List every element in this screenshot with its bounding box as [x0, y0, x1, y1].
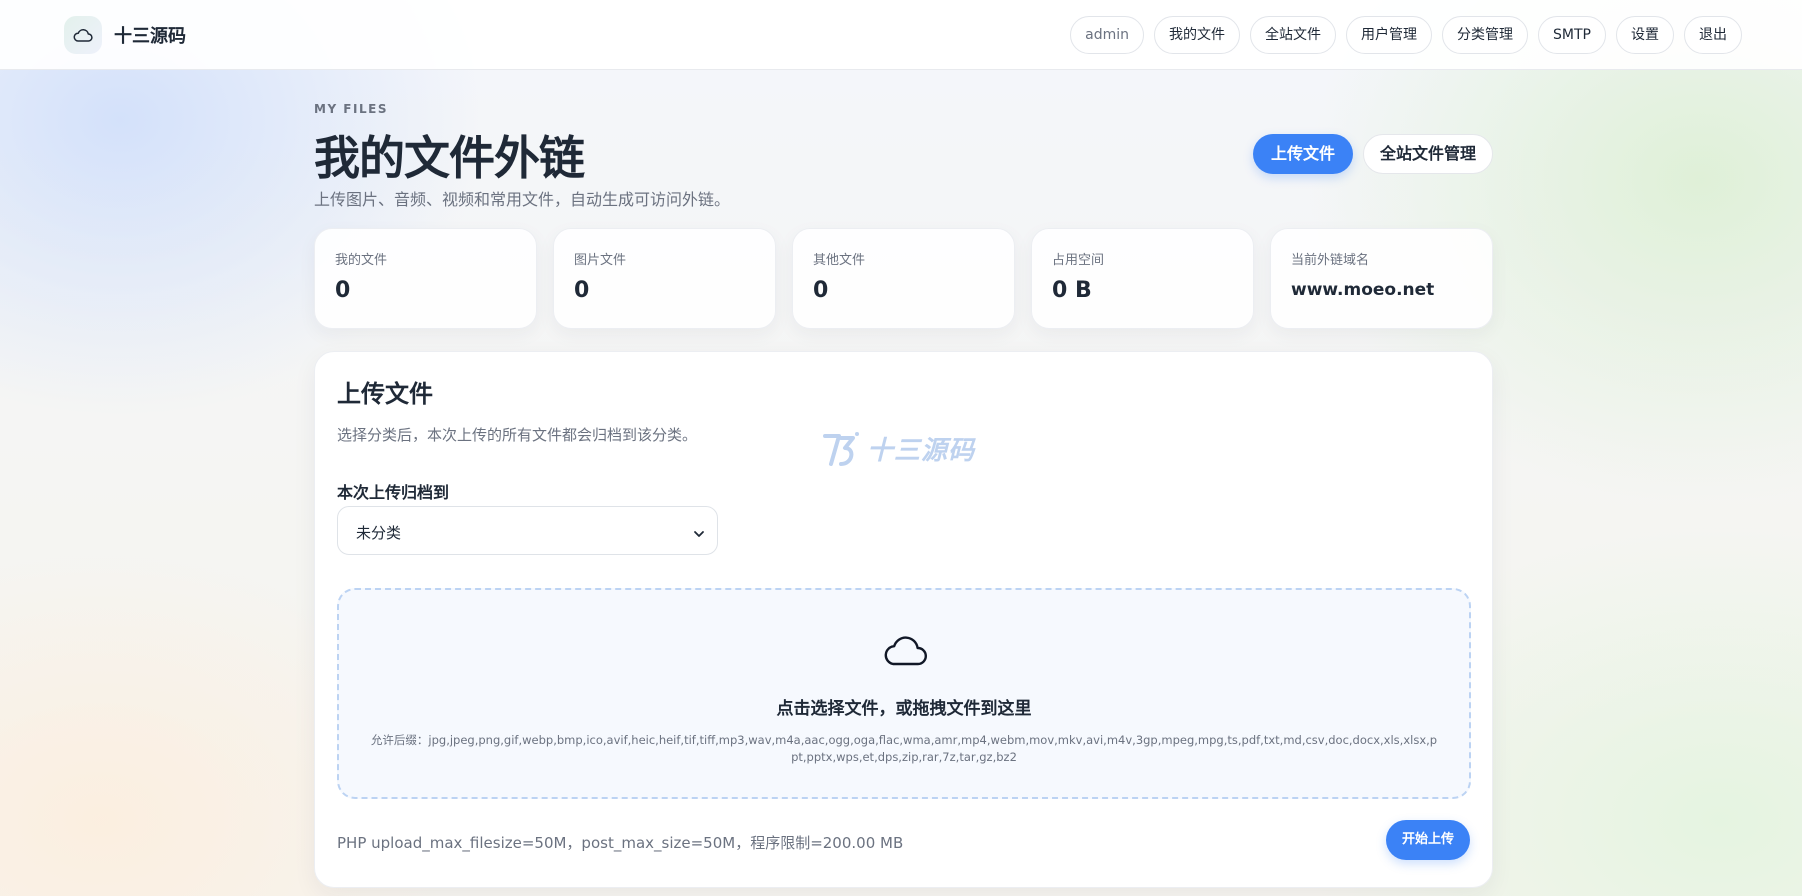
nav-my-files[interactable]: 我的文件 [1154, 16, 1241, 54]
cloud-icon [882, 634, 928, 670]
stat-card-link-domain: 当前外链域名 www.moeo.net [1270, 228, 1493, 329]
top-bar: 十三源码 admin 我的文件 全站文件 用户管理 分类管理 SMTP 设置 退… [0, 0, 1802, 70]
category-label: 本次上传归档到 [337, 483, 450, 502]
upload-panel: 上传文件 选择分类后，本次上传的所有文件都会归档到该分类。 十三源码 本次上传归… [314, 351, 1493, 888]
stat-value: 0 [574, 278, 590, 303]
stat-value: 0 B [1052, 278, 1092, 303]
stat-card-other-files: 其他文件 0 [792, 228, 1015, 329]
category-select-value: 未分类 [356, 524, 402, 542]
page-eyebrow: MY FILES [314, 102, 388, 116]
stat-label: 我的文件 [335, 253, 388, 268]
stat-label: 占用空间 [1052, 253, 1105, 268]
site-files-manage-button[interactable]: 全站文件管理 [1362, 134, 1493, 174]
chevron-down-icon [693, 525, 705, 544]
top-nav: admin 我的文件 全站文件 用户管理 分类管理 SMTP 设置 退出 [1060, 16, 1742, 54]
stat-card-my-files: 我的文件 0 [314, 228, 537, 329]
nav-user[interactable]: admin [1070, 16, 1145, 54]
stat-value: www.moeo.net [1291, 280, 1435, 300]
brand-name: 十三源码 [114, 26, 186, 47]
page-subtitle: 上传图片、音频、视频和常用文件，自动生成可访问外链。 [314, 190, 731, 209]
stat-card-image-files: 图片文件 0 [553, 228, 776, 329]
cloud-icon [64, 16, 102, 54]
stat-label: 其他文件 [813, 253, 866, 268]
nav-users[interactable]: 用户管理 [1346, 16, 1433, 54]
allowed-extensions: 允许后缀：jpg,jpeg,png,gif,webp,bmp,ico,avif,… [370, 733, 1438, 764]
watermark-mark-icon [823, 432, 859, 466]
nav-settings[interactable]: 设置 [1616, 16, 1674, 54]
upload-panel-description: 选择分类后，本次上传的所有文件都会归档到该分类。 [337, 426, 698, 444]
upload-limits: PHP upload_max_filesize=50M，post_max_siz… [337, 834, 904, 852]
watermark-logo: 十三源码 [819, 426, 975, 470]
upload-panel-title: 上传文件 [337, 380, 433, 408]
file-dropzone[interactable]: 点击选择文件，或拖拽文件到这里 允许后缀：jpg,jpeg,png,gif,we… [337, 588, 1471, 799]
stat-value: 0 [335, 278, 351, 303]
stat-value: 0 [813, 278, 829, 303]
nav-categories[interactable]: 分类管理 [1442, 16, 1529, 54]
start-upload-button[interactable]: 开始上传 [1385, 820, 1470, 860]
stat-card-storage-used: 占用空间 0 B [1031, 228, 1254, 329]
stat-label: 当前外链域名 [1291, 253, 1370, 268]
page-title: 我的文件外链 [314, 131, 585, 185]
watermark-text: 十三源码 [867, 435, 976, 466]
dropzone-title: 点击选择文件，或拖拽文件到这里 [776, 699, 1032, 719]
nav-smtp[interactable]: SMTP [1538, 16, 1606, 54]
nav-all-files[interactable]: 全站文件 [1250, 16, 1337, 54]
nav-logout[interactable]: 退出 [1684, 16, 1742, 54]
header-actions: 上传文件 全站文件管理 [1252, 134, 1493, 174]
upload-file-button[interactable]: 上传文件 [1252, 134, 1353, 174]
stats-row: 我的文件 0 图片文件 0 其他文件 0 占用空间 0 B 当前外链域名 www… [314, 228, 1493, 329]
stat-label: 图片文件 [574, 253, 627, 268]
category-select[interactable]: 未分类 [337, 506, 718, 555]
brand[interactable]: 十三源码 [64, 16, 186, 54]
